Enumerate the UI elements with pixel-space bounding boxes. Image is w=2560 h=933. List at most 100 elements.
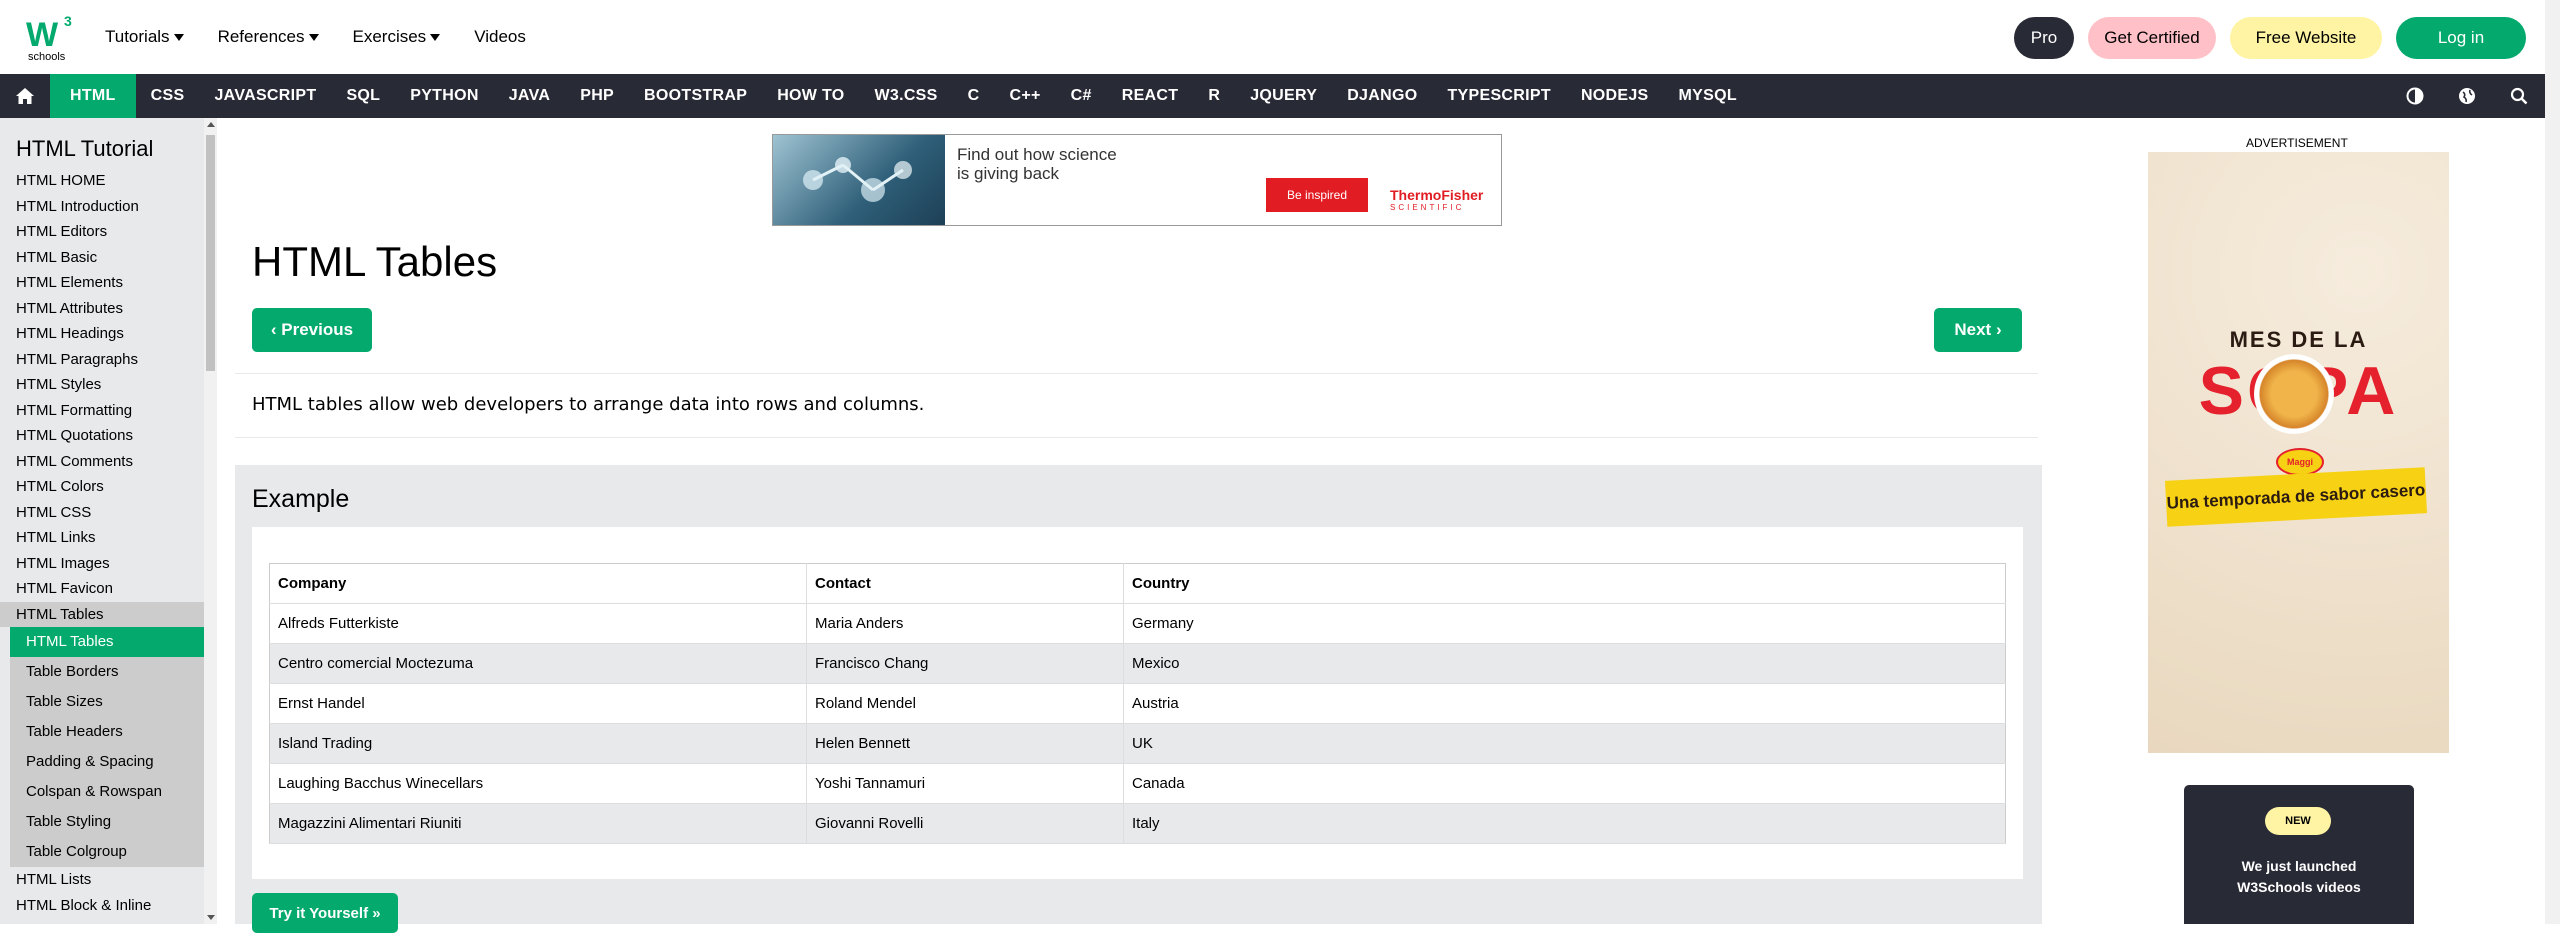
sidebar-item[interactable]: HTML HOME: [0, 168, 204, 194]
sidebar-item[interactable]: HTML Colors: [0, 474, 204, 500]
nav-item-how-to[interactable]: HOW TO: [762, 74, 859, 118]
nav-item-php[interactable]: PHP: [565, 74, 629, 118]
sidebar-subitem[interactable]: Padding & Spacing: [10, 747, 204, 777]
nav-item-react[interactable]: REACT: [1107, 74, 1194, 118]
sidebar-subitem[interactable]: Colspan & Rowspan: [10, 777, 204, 807]
scroll-down-icon[interactable]: [207, 915, 215, 920]
table-row: Laughing Bacchus Winecellars Yoshi Tannam…: [269, 763, 2006, 804]
navbar-tools: [2389, 74, 2545, 118]
nav-item-python[interactable]: PYTHON: [395, 74, 493, 118]
table-header-cell: Contact: [806, 563, 1124, 604]
subject-list: HTML CSS JAVASCRIPT SQL PYTHON JAVA PHP BOOTSTR…: [50, 74, 1752, 118]
new-badge: NEW: [2265, 807, 2331, 835]
sidebar-item[interactable]: HTML Basic: [0, 245, 204, 271]
table-row: Centro comercial Moctezuma Francisco Chan…: [269, 643, 2006, 684]
sidebar-item[interactable]: HTML Lists: [0, 867, 204, 893]
scroll-thumb[interactable]: [206, 135, 215, 371]
sidebar-subitem[interactable]: Table Borders: [10, 657, 204, 687]
top-menu-references[interactable]: References: [218, 27, 319, 47]
nav-item-java[interactable]: JAVA: [494, 74, 566, 118]
sidebar-item[interactable]: HTML Favicon: [0, 576, 204, 602]
table-cell: Laughing Bacchus Winecellars: [269, 763, 807, 804]
top-menu-tutorials[interactable]: Tutorials: [105, 27, 184, 47]
nav-item-w3-css[interactable]: W3.CSS: [859, 74, 952, 118]
top-menu-label: References: [217, 27, 305, 46]
w3schools-logo[interactable]: W 3 schools: [22, 12, 80, 62]
home-button[interactable]: [0, 74, 50, 118]
sidebar-item[interactable]: HTML Links: [0, 525, 204, 551]
table-cell: Giovanni Rovelli: [806, 803, 1124, 844]
sidebar-scrollbar[interactable]: [204, 118, 217, 924]
subject-navbar: HTML CSS JAVASCRIPT SQL PYTHON JAVA PHP BOOTSTR…: [0, 74, 2545, 118]
nav-item-css[interactable]: CSS: [136, 74, 200, 118]
free-website-button[interactable]: Free Website: [2230, 17, 2382, 59]
nav-item-javascript[interactable]: JAVASCRIPT: [199, 74, 331, 118]
ad-brand: ThermoFisher: [1390, 187, 1484, 203]
top-menu-label: Exercises: [352, 27, 427, 46]
maggi-logo: Maggi: [2276, 448, 2324, 476]
ad-banner[interactable]: Find out how science is giving back Be i…: [772, 134, 1502, 226]
nav-item-c-[interactable]: C++: [995, 74, 1056, 118]
ad-brand-sub: SCIENTIFIC: [1390, 203, 1465, 212]
get-certified-button[interactable]: Get Certified: [2088, 17, 2216, 59]
sidebar-item[interactable]: HTML Introduction: [0, 194, 204, 220]
nav-item-c[interactable]: C: [953, 74, 995, 118]
sidebar-item[interactable]: HTML Formatting: [0, 398, 204, 424]
pro-button[interactable]: Pro: [2014, 17, 2074, 59]
caret-down-icon: [173, 33, 184, 41]
nav-item-bootstrap[interactable]: BOOTSTRAP: [629, 74, 762, 118]
table-header-row: Company Contact Country: [269, 563, 2006, 604]
caret-down-icon: [430, 33, 441, 41]
nav-item-nodejs[interactable]: NODEJS: [1566, 74, 1664, 118]
nav-item-django[interactable]: DJANGO: [1332, 74, 1432, 118]
login-button[interactable]: Log in: [2396, 17, 2526, 59]
table-row: Ernst Handel Roland Mendel Austria: [269, 683, 2006, 724]
nav-item-jquery[interactable]: JQUERY: [1235, 74, 1332, 118]
previous-button[interactable]: ‹ Previous: [252, 308, 372, 352]
ad-cta-button[interactable]: Be inspired: [1266, 178, 1368, 212]
sidebar-item[interactable]: HTML CSS: [0, 500, 204, 526]
table-row: Alfreds Futterkiste Maria Anders Germany: [269, 603, 2006, 644]
page-scrollbar[interactable]: [2545, 0, 2560, 924]
nav-item-mysql[interactable]: MYSQL: [1664, 74, 1752, 118]
sidebar-item[interactable]: HTML Editors: [0, 219, 204, 245]
sidebar-subitem[interactable]: Table Colgroup: [10, 837, 204, 867]
ad-text-line1: Find out how science: [957, 145, 1117, 164]
sidebar-item[interactable]: HTML Elements: [0, 270, 204, 296]
next-button[interactable]: Next ›: [1934, 308, 2022, 352]
sidebar-item[interactable]: HTML Paragraphs: [0, 347, 204, 373]
sidebar-subitem[interactable]: Table Headers: [10, 717, 204, 747]
sidebar-item[interactable]: HTML Tables: [0, 601, 204, 627]
sopa-ad[interactable]: MES DE LA SOPA Maggi Una temporada de sa…: [2148, 152, 2449, 753]
nav-item-sql[interactable]: SQL: [331, 74, 395, 118]
nav-item-c-[interactable]: C#: [1056, 74, 1107, 118]
new-videos-box[interactable]: NEW We just launched W3Schools videos: [2184, 785, 2414, 924]
globe-icon[interactable]: [2441, 87, 2493, 105]
sidebar-item[interactable]: HTML Quotations: [0, 423, 204, 449]
sopa-heading: MES DE LA: [2229, 327, 2368, 352]
sidebar-item[interactable]: HTML Comments: [0, 449, 204, 475]
sidebar-item[interactable]: HTML Styles: [0, 372, 204, 398]
nav-item-html[interactable]: HTML: [50, 74, 136, 118]
scroll-up-icon[interactable]: [207, 122, 215, 127]
table-row: Island Trading Helen Bennett UK: [269, 723, 2006, 764]
sidebar-subitem[interactable]: Table Sizes: [10, 687, 204, 717]
sidebar-subitem[interactable]: HTML Tables: [10, 627, 204, 657]
theme-toggle-icon[interactable]: [2389, 87, 2441, 105]
sidebar-item[interactable]: HTML Attributes: [0, 296, 204, 322]
home-icon: [16, 88, 34, 104]
nav-item-typescript[interactable]: TYPESCRIPT: [1432, 74, 1565, 118]
nav-item-r[interactable]: R: [1193, 74, 1235, 118]
search-icon[interactable]: [2493, 87, 2545, 105]
sidebar-item[interactable]: HTML Headings: [0, 321, 204, 347]
sidebar-item[interactable]: HTML Block & Inline: [0, 893, 204, 919]
svg-text:W: W: [26, 16, 59, 54]
table-cell: Helen Bennett: [806, 723, 1124, 764]
sidebar-item[interactable]: HTML Images: [0, 551, 204, 577]
top-menu-videos[interactable]: Videos: [474, 27, 526, 47]
try-it-yourself-button[interactable]: Try it Yourself »: [252, 893, 398, 933]
sidebar-subitem[interactable]: Table Styling: [10, 807, 204, 837]
example-output: Company Contact Country Alfreds Futterkist…: [252, 527, 2023, 879]
top-menu-exercises[interactable]: Exercises: [353, 27, 441, 47]
divider: [235, 373, 2038, 374]
